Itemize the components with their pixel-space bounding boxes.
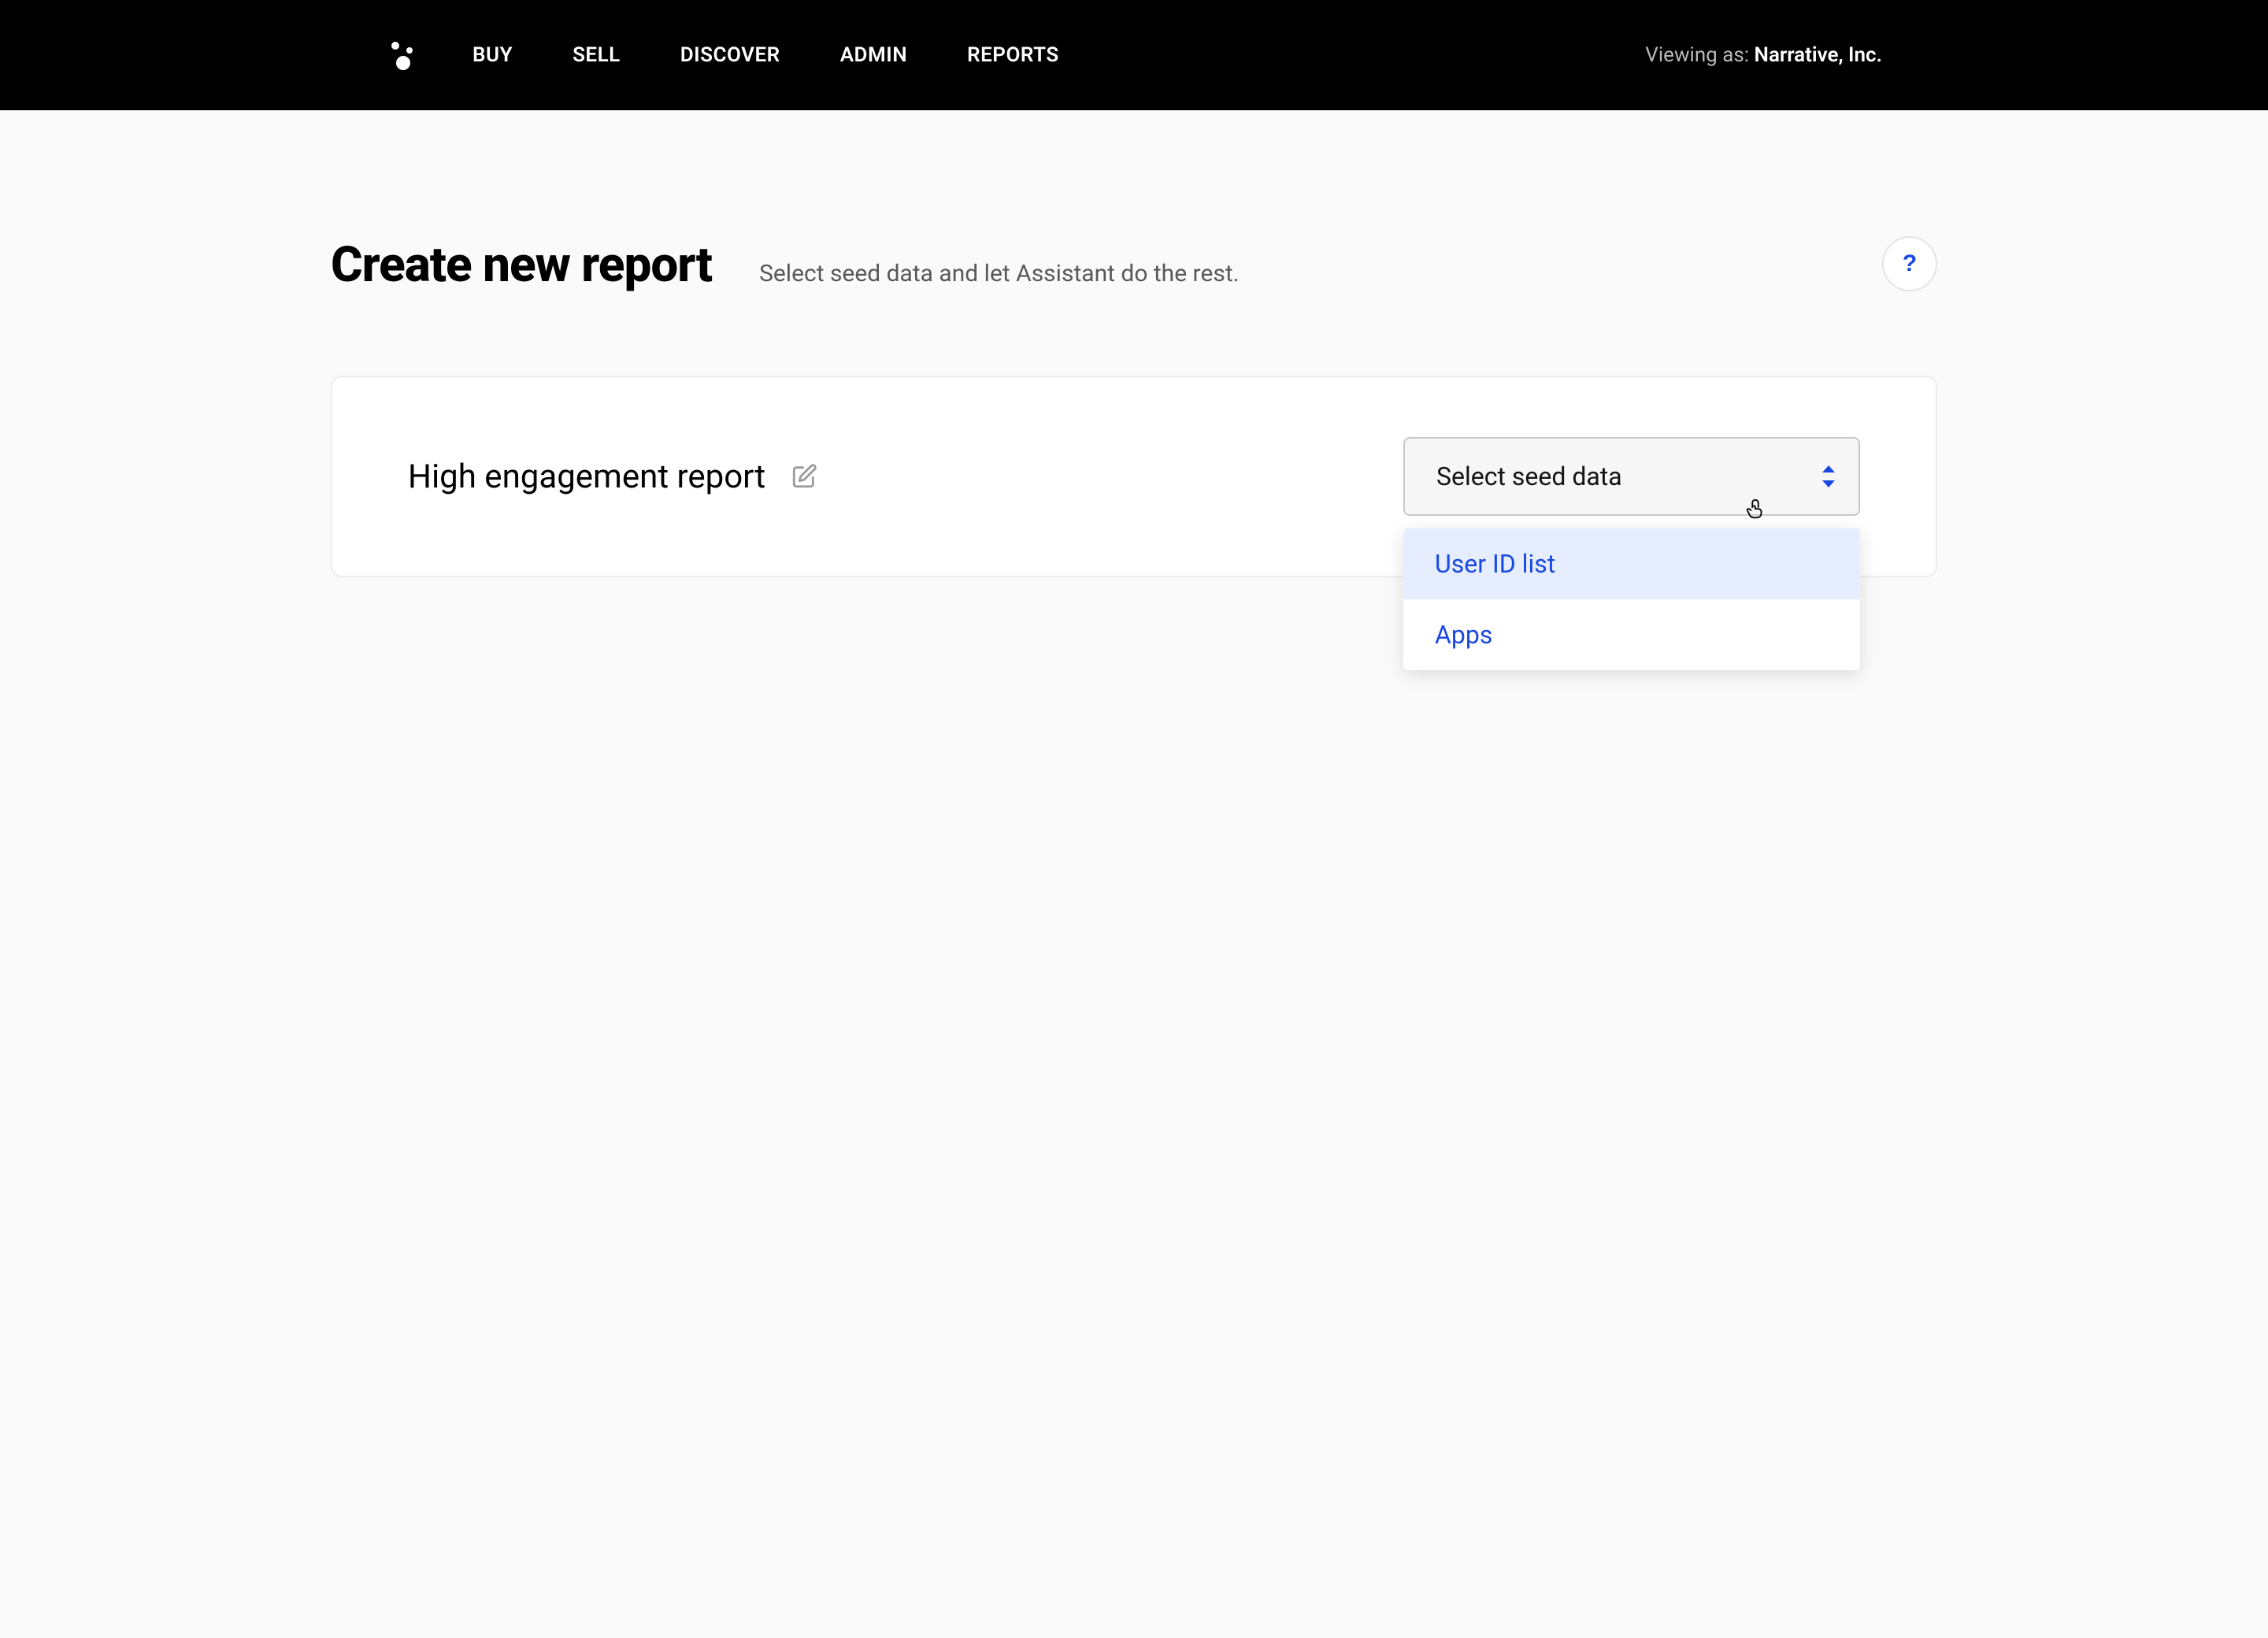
help-button[interactable]: ? xyxy=(1882,236,1937,291)
report-card: High engagement report Select seed data … xyxy=(331,376,1937,577)
seed-data-dropdown: User ID list Apps xyxy=(1403,528,1860,670)
nav-buy[interactable]: BUY xyxy=(472,43,513,67)
report-name-label: High engagement report xyxy=(408,458,765,496)
nav-sell[interactable]: SELL xyxy=(573,43,621,67)
nav-admin[interactable]: ADMIN xyxy=(840,43,907,67)
page-title: Create new report xyxy=(331,236,712,294)
report-name-wrap: High engagement report xyxy=(408,458,817,496)
viewing-as-indicator[interactable]: Viewing as: Narrative, Inc. xyxy=(1645,43,1882,67)
brand-logo-icon[interactable] xyxy=(386,39,417,71)
select-stepper-icon xyxy=(1822,465,1835,487)
viewing-as-org: Narrative, Inc. xyxy=(1755,43,1882,67)
top-nav-bar: BUY SELL DISCOVER ADMIN REPORTS Viewing … xyxy=(0,0,2268,110)
viewing-as-label: Viewing as: xyxy=(1645,43,1754,67)
seed-data-select[interactable]: Select seed data xyxy=(1403,437,1860,516)
primary-nav: BUY SELL DISCOVER ADMIN REPORTS xyxy=(472,43,1059,67)
edit-icon[interactable] xyxy=(791,463,817,490)
seed-data-select-label: Select seed data xyxy=(1436,461,1622,491)
page-subtitle: Select seed data and let Assistant do th… xyxy=(759,260,1240,287)
page-header: Create new report Select seed data and l… xyxy=(331,110,1937,294)
dropdown-option-user-id-list[interactable]: User ID list xyxy=(1403,528,1860,599)
nav-discover[interactable]: DISCOVER xyxy=(680,43,780,67)
seed-data-select-wrap: Select seed data User ID list Apps xyxy=(1403,437,1860,516)
dropdown-option-apps[interactable]: Apps xyxy=(1403,599,1860,670)
nav-reports[interactable]: REPORTS xyxy=(967,43,1059,67)
